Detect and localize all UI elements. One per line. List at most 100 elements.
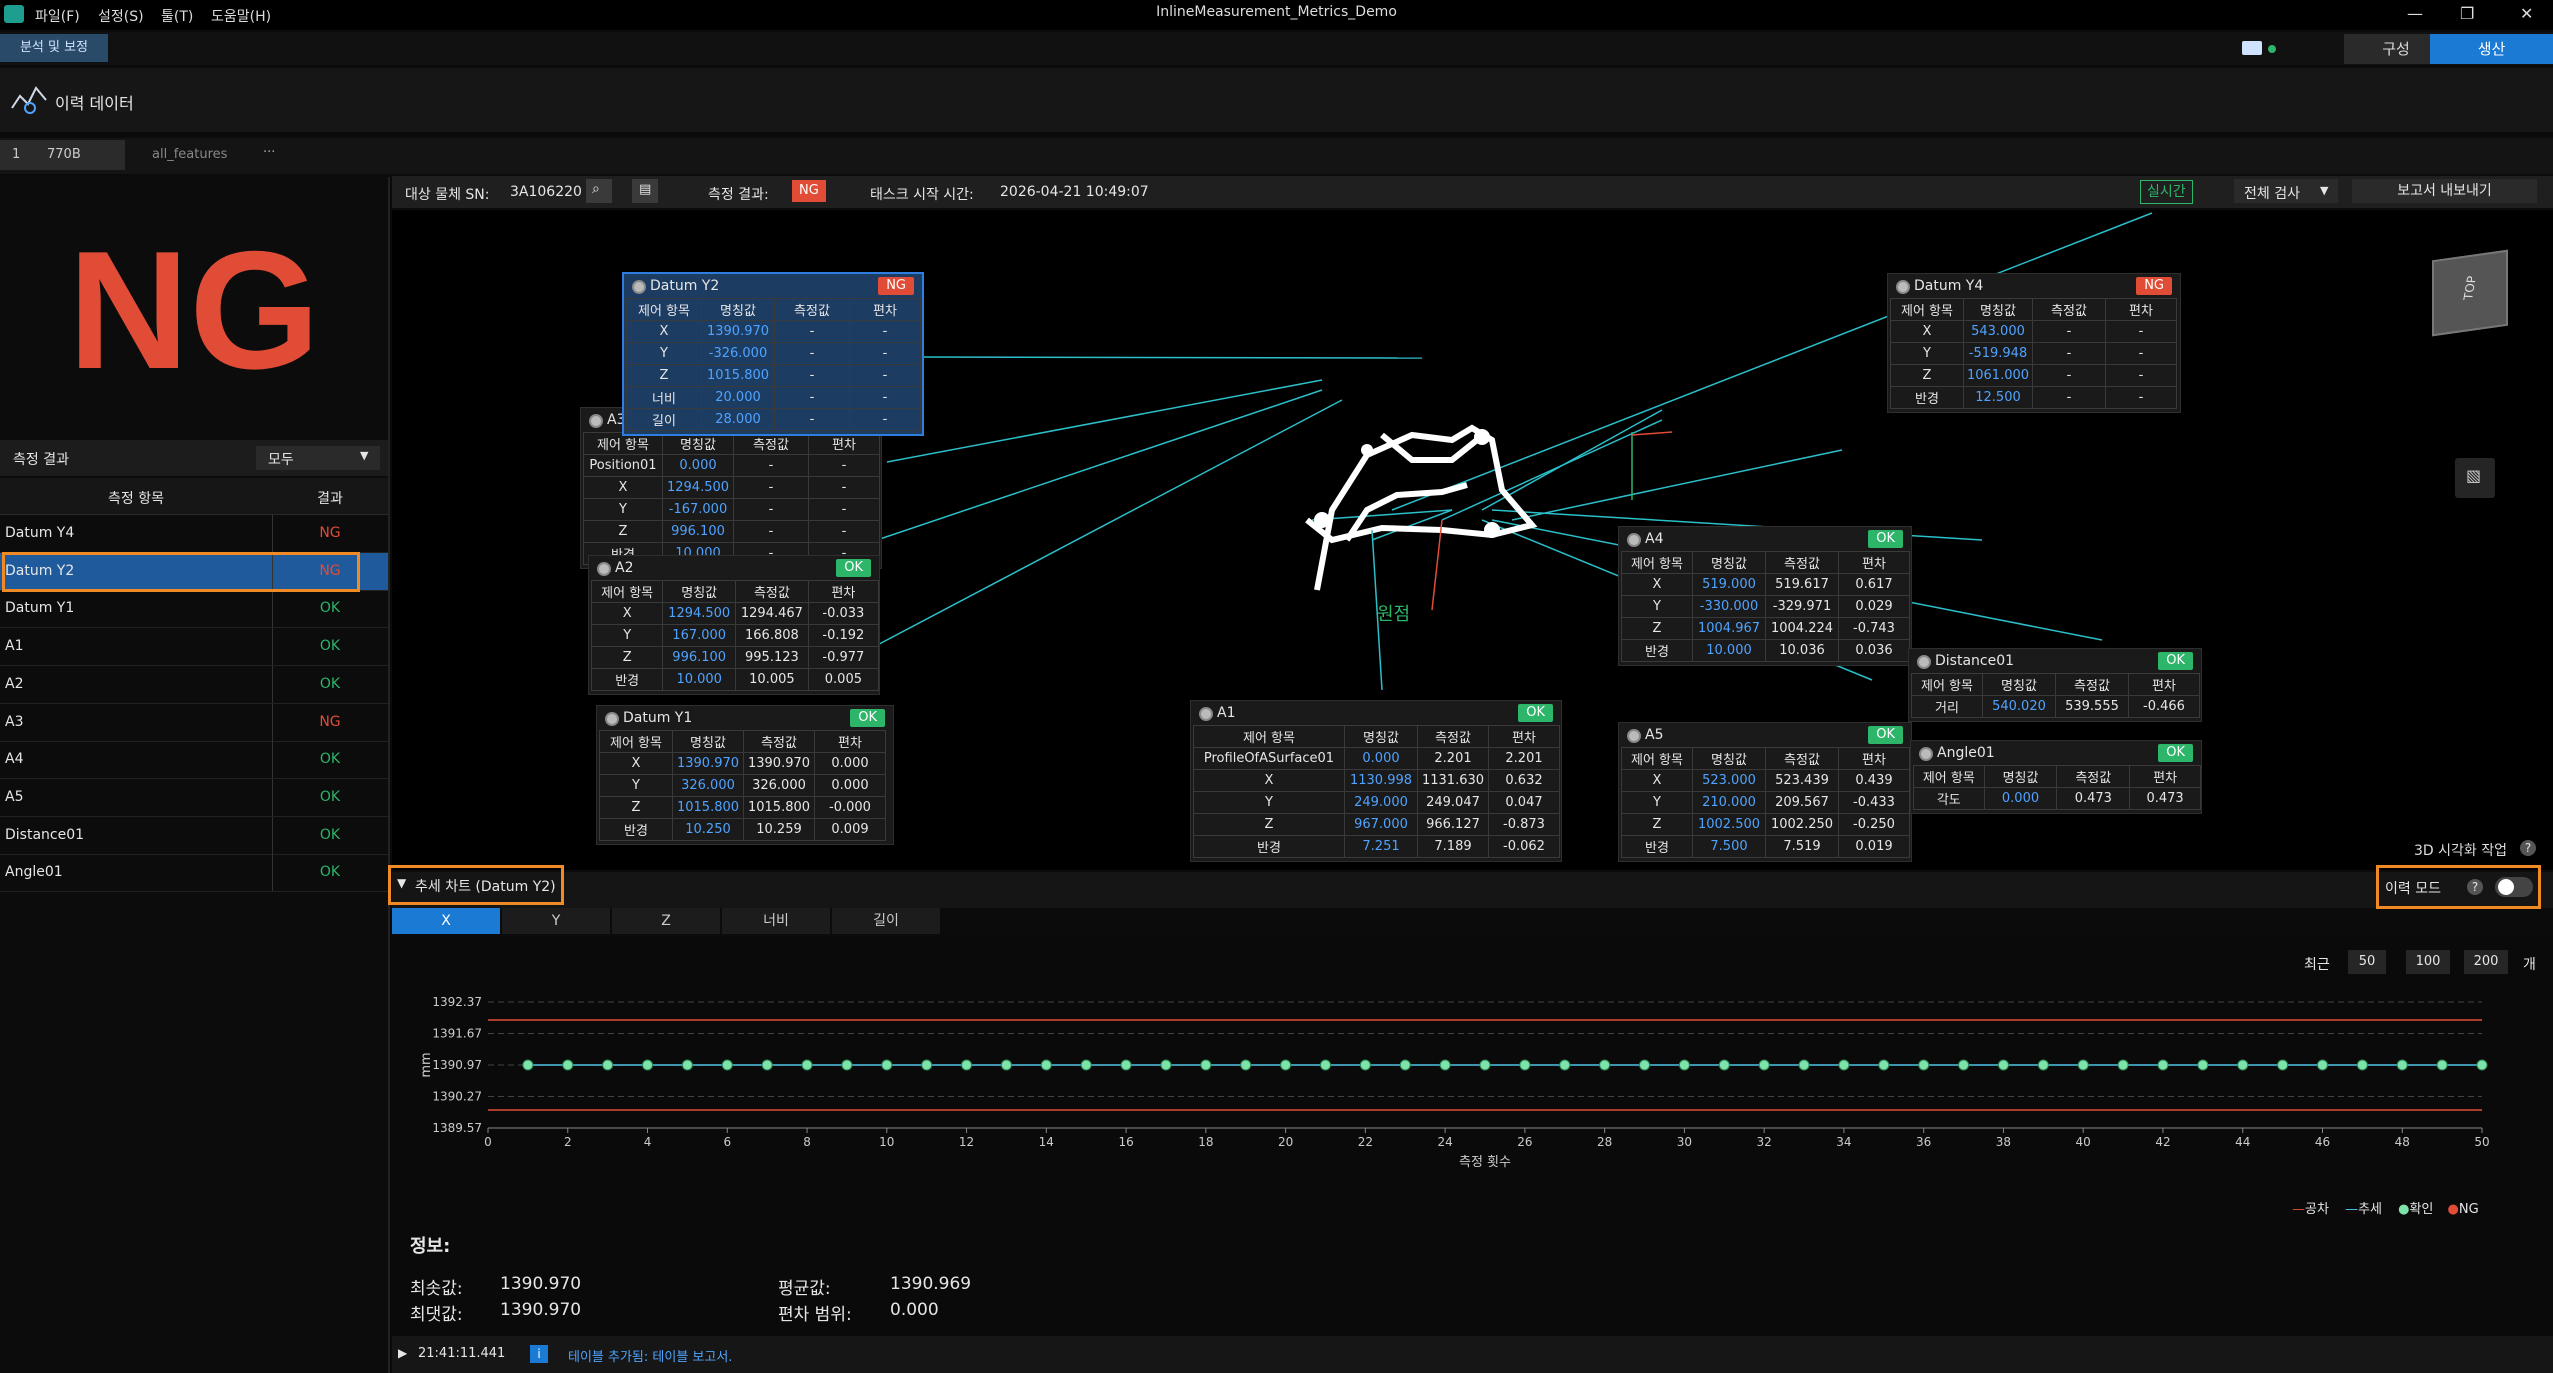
help-icon[interactable]: ? [2467, 879, 2483, 895]
card-datum-y2[interactable]: Datum Y2 NG 제어 항목 명칭값 측정값 편차 X 1390.970- - Y -326.… [622, 272, 924, 436]
filter-select[interactable]: 모두 ▼ [256, 446, 380, 470]
tab-analysis[interactable]: 분석 및 보정 [0, 34, 108, 62]
list-item[interactable]: A5 OK [0, 778, 388, 817]
history-mode-switch[interactable] [2495, 877, 2533, 897]
card-cell: 7.500 [1692, 835, 1766, 858]
minimize-icon[interactable]: — [2407, 4, 2423, 23]
card-cell: 0.000 [1983, 787, 2058, 810]
list-item[interactable]: Distance01 OK [0, 816, 388, 855]
visibility-icon[interactable] [1917, 655, 1931, 669]
card-cell: - [808, 498, 880, 521]
list-item[interactable]: Datum Y1 OK [0, 590, 388, 629]
list-item[interactable]: A2 OK [0, 665, 388, 704]
list-item-result: OK [319, 751, 341, 768]
card-cell: 0.473 [2129, 787, 2201, 810]
report-icon[interactable]: ▤ [632, 179, 658, 203]
list-item[interactable]: A1 OK [0, 628, 388, 667]
data-point [1519, 1059, 1531, 1071]
trend-tab[interactable]: Z [612, 908, 720, 934]
visibility-icon[interactable] [632, 280, 646, 294]
x-tick-label: 22 [1358, 1135, 1373, 1149]
realtime-button[interactable]: 실시간 [2140, 180, 2193, 204]
trend-tab[interactable]: Y [502, 908, 610, 934]
visibility-icon[interactable] [605, 712, 619, 726]
x-tick-label: 18 [1198, 1135, 1213, 1149]
x-tick-label: 20 [1278, 1135, 1293, 1149]
card-cell: 539.555 [2055, 695, 2129, 718]
help-icon[interactable]: ? [2520, 840, 2536, 856]
visibility-icon[interactable] [1896, 280, 1910, 294]
min-value: 1390.970 [500, 1274, 582, 1294]
trend-tab[interactable]: X [392, 908, 500, 934]
data-point [1878, 1059, 1890, 1071]
visibility-icon[interactable] [1627, 729, 1641, 743]
list-item-name: Datum Y4 [5, 525, 75, 541]
card-col-header: 제어 항목 [599, 730, 673, 753]
status-badge: OK [1868, 726, 1903, 744]
list-item[interactable]: A4 OK [0, 741, 388, 780]
info-icon: i [530, 1345, 548, 1363]
list-item[interactable]: Angle01 OK [0, 854, 388, 893]
card-datum-y4[interactable]: Datum Y4 NG 제어 항목 명칭값 측정값 편차 X 543.000- - Y -519.9… [1887, 273, 2181, 413]
min-label: 최솟값: [410, 1279, 463, 1299]
card-cell: - [2032, 320, 2106, 343]
visibility-icon[interactable] [1627, 533, 1641, 547]
list-item[interactable]: Datum Y4 NG [0, 515, 388, 553]
card-col-header: 편차 [2128, 673, 2200, 696]
close-icon[interactable]: ✕ [2520, 4, 2533, 23]
card-cell: - [849, 320, 921, 343]
card-cell: - [849, 342, 921, 365]
visibility-icon[interactable] [1199, 707, 1213, 721]
card-cell: -330.000 [1692, 595, 1766, 618]
doc-tab-features[interactable]: all_features [152, 147, 227, 162]
list-item[interactable]: A3 NG [0, 703, 388, 742]
history-mode-toggle[interactable]: 이력 모드 ? [2376, 865, 2541, 909]
card-cell: 10.000 [1692, 639, 1766, 662]
card-a5[interactable]: A5 OK 제어 항목 명칭값 측정값 편차 X 523.000 523.439 0.439 Y 21… [1618, 722, 1912, 862]
y-tick-label: 1390.27 [432, 1090, 482, 1104]
card-a2[interactable]: A2 OK 제어 항목 명칭값 측정값 편차 X 1294.500 1294.467 -0.033… [588, 555, 880, 695]
maximize-icon[interactable]: ❐ [2460, 4, 2474, 23]
card-col-header: 제어 항목 [1890, 298, 1964, 321]
data-point [1439, 1059, 1451, 1071]
visibility-icon[interactable] [589, 414, 603, 428]
card-angle01[interactable]: Angle01 OK 제어 항목 명칭값 측정값 편차 각도 0.000 0.473 0.473 [1910, 740, 2202, 814]
trend-header [392, 872, 2553, 908]
data-point [841, 1059, 853, 1071]
full-check-select[interactable]: 전체 검사 ▼ [2234, 179, 2338, 203]
legend-ok-swatch: ● [2398, 1202, 2410, 1217]
card-a1[interactable]: A1 OK 제어 항목 명칭값 측정값 편차 ProfileOfASurface01 0.00… [1190, 700, 1562, 862]
card-cell: - [2032, 342, 2106, 365]
history-mode-label: 이력 모드 [2385, 881, 2441, 897]
visibility-icon[interactable] [1919, 747, 1933, 761]
card-cell: 1390.970 [743, 752, 815, 775]
camera-icon[interactable] [2242, 41, 2262, 55]
card-a4[interactable]: A4 OK 제어 항목 명칭값 측정값 편차 X 519.000 519.617 0.617 Y -3… [1618, 526, 1912, 666]
doc-tab-more[interactable]: ··· [263, 145, 275, 160]
column-divider [272, 665, 273, 703]
trend-tab[interactable]: 길이 [832, 908, 940, 934]
expand-icon[interactable]: ▶ [398, 1346, 407, 1360]
x-tick-label: 12 [959, 1135, 974, 1149]
y-tick-label: 1389.57 [432, 1121, 482, 1135]
trend-toggle[interactable]: ▼ 추세 차트 (Datum Y2) [388, 865, 564, 905]
nav-cube[interactable]: TOP [2432, 249, 2508, 337]
snapshot-icon[interactable]: ▧ [2455, 458, 2495, 498]
data-point [2436, 1059, 2448, 1071]
card-cell: 1130.998 [1344, 769, 1418, 792]
card-datum-y1[interactable]: Datum Y1 OK 제어 항목 명칭값 측정값 편차 X 1390.970 1390.970… [596, 705, 894, 845]
legend-tolerance: 공차 [2305, 1202, 2329, 1217]
card-cell: 7.519 [1765, 835, 1839, 858]
export-report-button[interactable]: 보고서 내보내기 [2352, 179, 2537, 203]
x-tick-label: 40 [2076, 1135, 2091, 1149]
production-button[interactable]: 생산 [2430, 34, 2553, 64]
trend-tab[interactable]: 너비 [722, 908, 830, 934]
doc-tab-770b[interactable]: 1 770B [0, 140, 125, 170]
range-label: 편차 범위: [778, 1305, 852, 1325]
list-item-result: OK [319, 675, 341, 692]
search-icon[interactable]: ⌕ [586, 179, 612, 203]
card-distance01[interactable]: Distance01 OK 제어 항목 명칭값 측정값 편차 거리 540.020 539.55… [1908, 648, 2202, 722]
data-point [2157, 1059, 2169, 1071]
info-panel: 정보: 최솟값: 1390.970 최댓값: 1390.970 평균값: 139… [392, 1226, 2553, 1336]
visibility-icon[interactable] [597, 562, 611, 576]
